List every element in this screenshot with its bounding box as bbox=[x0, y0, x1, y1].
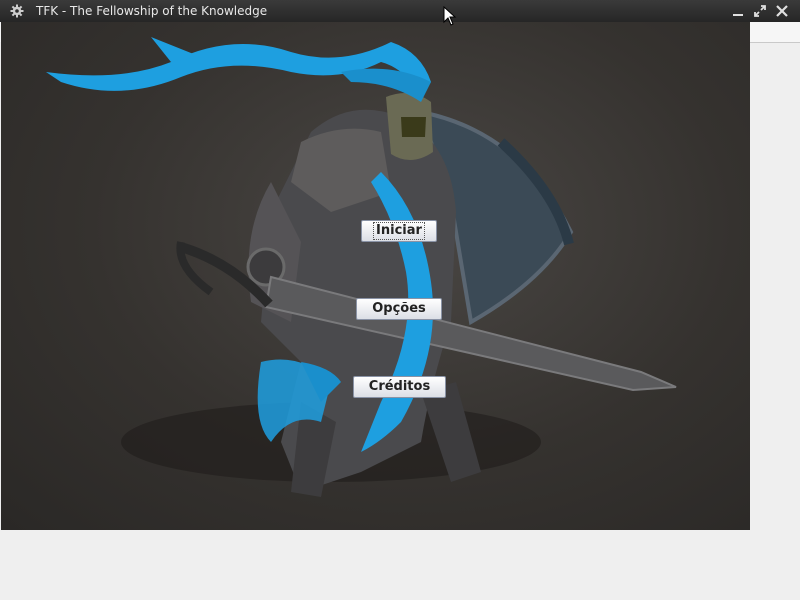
game-background: Iniciar Opções Créditos bbox=[1, 22, 750, 530]
start-button-label: Iniciar bbox=[373, 222, 425, 240]
menu-strip-edge bbox=[750, 22, 800, 43]
window-title: TFK - The Fellowship of the Knowledge bbox=[36, 4, 268, 18]
credits-button[interactable]: Créditos bbox=[353, 376, 446, 398]
minimize-icon[interactable] bbox=[730, 3, 746, 19]
knight-artwork bbox=[46, 37, 677, 497]
close-icon[interactable] bbox=[774, 3, 790, 19]
options-button[interactable]: Opções bbox=[356, 298, 442, 320]
mouse-cursor-icon bbox=[443, 6, 457, 26]
maximize-icon[interactable] bbox=[752, 3, 768, 19]
window-titlebar[interactable]: TFK - The Fellowship of the Knowledge bbox=[0, 0, 800, 22]
gear-icon[interactable] bbox=[10, 4, 24, 18]
start-button[interactable]: Iniciar bbox=[361, 220, 437, 242]
